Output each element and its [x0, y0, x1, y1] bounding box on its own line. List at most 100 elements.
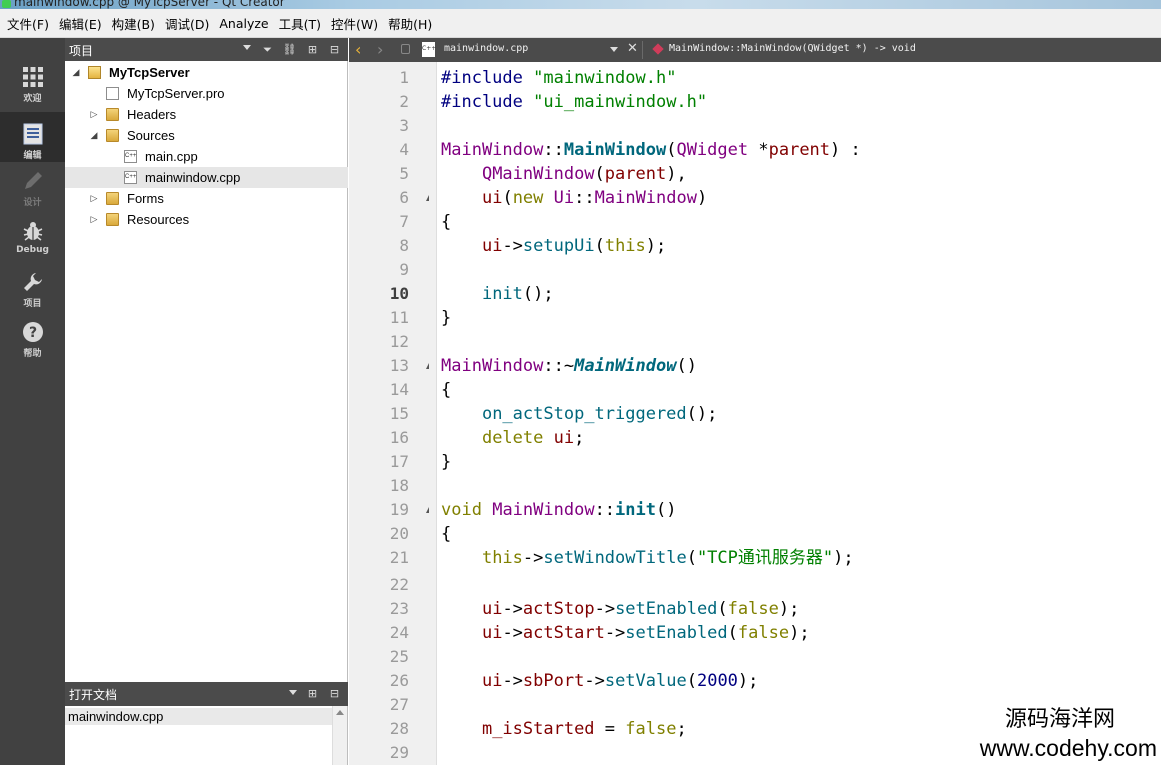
tree-item-forms[interactable]: ▷ Forms [65, 188, 348, 209]
editor-file-selector[interactable]: mainwindow.cpp [444, 43, 528, 54]
tree-item-sources[interactable]: ◢ Sources [65, 125, 348, 146]
menu-debug[interactable]: 调试(D) [160, 14, 214, 33]
close-panel-icon[interactable]: ⊟ [327, 42, 342, 57]
view-dropdown-icon[interactable] [289, 690, 297, 695]
code-line: ui->setupUi(this); [481, 236, 667, 256]
collapse-arrow-icon[interactable]: ▷ [89, 188, 99, 209]
project-panel-title[interactable]: 项目 [69, 42, 93, 59]
line-number: 4 [399, 140, 409, 159]
line-number: 2 [399, 92, 409, 111]
line-number: 13 [389, 356, 409, 375]
line-number: 29 [389, 743, 409, 762]
tree-item-main-cpp[interactable]: C++ main.cpp [65, 146, 348, 167]
qt-creator-icon [2, 0, 11, 8]
split-icon[interactable]: ⊞ [305, 686, 320, 701]
scroll-up-icon[interactable] [336, 710, 344, 715]
open-documents-scrollbar[interactable] [332, 706, 347, 765]
mode-debug[interactable]: Debug [0, 220, 65, 270]
close-panel-icon[interactable]: ⊟ [327, 686, 342, 701]
menu-help[interactable]: 帮助(H) [383, 14, 437, 33]
view-dropdown-icon[interactable] [243, 45, 251, 50]
line-number: 8 [399, 236, 409, 255]
open-document-item[interactable]: mainwindow.cpp [65, 708, 333, 725]
fold-marker-icon[interactable] [423, 363, 429, 369]
menu-analyze[interactable]: Analyze [214, 16, 273, 31]
watermark-name: 源码海洋网 [1004, 707, 1115, 732]
expand-arrow-icon[interactable]: ◢ [71, 62, 81, 83]
code-line: { [441, 524, 452, 544]
menu-edit[interactable]: 编辑(E) [54, 14, 107, 33]
mode-welcome[interactable]: 欢迎 [0, 66, 65, 116]
tree-item-label: mainwindow.cpp [145, 170, 241, 185]
tree-item-label: MyTcpServer [109, 65, 190, 80]
line-number: 25 [389, 647, 409, 666]
tree-item-headers[interactable]: ▷ Headers [65, 104, 348, 125]
fold-marker-icon[interactable] [423, 507, 429, 513]
mode-welcome-label: 欢迎 [23, 94, 42, 104]
menu-file[interactable]: 文件(F) [2, 14, 54, 33]
mode-selector-bar: 欢迎 编辑 设计 Debug 项目 ? 帮助 [0, 38, 65, 765]
code-line: ui->actStart->setEnabled(false); [481, 623, 810, 643]
collapse-arrow-icon[interactable]: ▷ [89, 209, 99, 230]
close-document-icon[interactable]: ✕ [627, 41, 638, 56]
line-number: 16 [389, 428, 409, 447]
open-documents-title: 打开文档 [69, 688, 118, 702]
code-editor[interactable]: #include "mainwindow.h" #include "ui_main… [437, 62, 1161, 765]
tree-item-mainwindow-cpp[interactable]: C++ mainwindow.cpp [65, 167, 348, 188]
toolbar-separator [642, 41, 643, 59]
folder-icon [106, 108, 119, 121]
project-panel: 项目 ⏷ ⛓ ⊞ ⊟ ◢ MyTcpServer MyTcpServer.pro… [65, 38, 348, 682]
code-line: ui(new Ui::MainWindow) [481, 188, 708, 208]
cpp-file-icon: C++ [124, 150, 137, 163]
menu-build[interactable]: 构建(B) [107, 14, 160, 33]
file-dropdown-icon[interactable] [610, 47, 618, 52]
folder-icon [106, 213, 119, 226]
document-icon [23, 123, 42, 145]
window-title: mainwindow.cpp @ MyTcpServer - Qt Creato… [14, 0, 285, 9]
open-documents-panel: 打开文档 ⊞ ⊟ mainwindow.cpp [65, 682, 348, 765]
tree-item-label: main.cpp [145, 149, 198, 164]
back-icon[interactable]: ‹ [355, 40, 361, 59]
wrench-icon [23, 273, 42, 291]
code-line: #include "mainwindow.h" [441, 68, 677, 88]
forward-icon[interactable]: › [377, 40, 383, 59]
project-icon [88, 66, 101, 79]
mode-projects[interactable]: 项目 [0, 271, 65, 321]
code-line: on_actStop_triggered(); [481, 404, 718, 424]
line-number: 18 [389, 476, 409, 495]
mode-edit[interactable]: 编辑 [0, 112, 65, 162]
code-line: { [441, 212, 452, 232]
code-line: delete ui; [481, 428, 585, 448]
tree-item-resources[interactable]: ▷ Resources [65, 209, 348, 230]
mode-projects-label: 项目 [23, 299, 42, 309]
link-icon[interactable]: ⛓ [282, 42, 297, 57]
tree-item-label: Forms [127, 191, 164, 206]
line-number: 11 [389, 308, 409, 327]
mode-design-label: 设计 [23, 198, 42, 208]
method-icon [652, 43, 664, 55]
code-line: MainWindow::MainWindow(QWidget *parent) … [441, 140, 861, 160]
fold-marker-icon[interactable] [423, 195, 429, 201]
menu-tools[interactable]: 工具(T) [274, 14, 326, 33]
line-number: 6 [399, 188, 409, 207]
line-number: 12 [389, 332, 409, 351]
mode-design[interactable]: 设计 [0, 170, 65, 220]
collapse-arrow-icon[interactable]: ▷ [89, 104, 99, 125]
filter-icon[interactable]: ⏷ [260, 42, 275, 57]
code-line: ui->actStop->setEnabled(false); [481, 599, 800, 619]
line-number: 21 [389, 548, 409, 567]
expand-arrow-icon[interactable]: ◢ [89, 125, 99, 146]
line-number: 1 [399, 68, 409, 87]
open-documents-toolbar: 打开文档 ⊞ ⊟ [65, 682, 348, 706]
symbol-selector[interactable]: MainWindow::MainWindow(QWidget *) -> voi… [669, 43, 916, 54]
tree-item-project[interactable]: ◢ MyTcpServer [65, 62, 348, 83]
lock-icon [401, 44, 410, 54]
line-number: 5 [399, 164, 409, 183]
split-icon[interactable]: ⊞ [305, 42, 320, 57]
line-number: 3 [399, 116, 409, 135]
line-number: 7 [399, 212, 409, 231]
tree-item-pro-file[interactable]: MyTcpServer.pro [65, 83, 348, 104]
pencil-icon [24, 172, 42, 189]
menu-controls[interactable]: 控件(W) [326, 14, 383, 33]
mode-help[interactable]: ? 帮助 [0, 321, 65, 371]
